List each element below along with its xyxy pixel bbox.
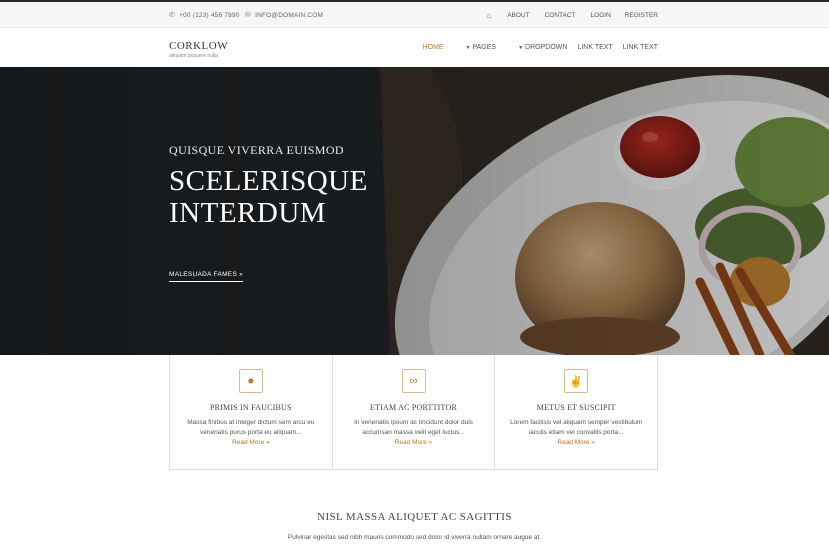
section-text: Pulvinar egestas sed nibh mauris commodo… xyxy=(287,534,542,541)
victory-hand-icon: ✌ xyxy=(564,369,589,393)
feature-text: In venenatis ipsum ac tincidunt dolor du… xyxy=(354,419,473,436)
brand-tagline: aliquam posuere nulla xyxy=(169,53,218,59)
nav-link-text-2[interactable]: LINK TEXT xyxy=(623,44,658,51)
nav-dropdown-label: DROPDOWN xyxy=(525,44,568,51)
caret-down-icon: ▼ xyxy=(465,45,471,51)
top-nav-register[interactable]: REGISTER xyxy=(625,12,658,19)
phone-contact[interactable]: ✆ +00 (123) 456 7890 xyxy=(169,2,240,28)
top-bar: ✆ +00 (123) 456 7890 ✉ INFO@DOMAIN.COM ⌂… xyxy=(0,2,829,28)
features-row: ⚫︎ PRIMIS IN FAUCIBUS Massa finibus at i… xyxy=(169,355,658,470)
home-icon[interactable]: ⌂ xyxy=(486,11,491,20)
nav-pages-label: PAGES xyxy=(472,44,497,51)
caret-down-icon: ▼ xyxy=(518,45,524,51)
read-more-link[interactable]: Read More » xyxy=(170,439,332,446)
nav-link-text-1[interactable]: LINK TEXT xyxy=(577,44,612,51)
phone-icon: ✆ xyxy=(169,12,176,19)
feature-title: ETIAM AC PORTTITOR xyxy=(370,403,457,412)
nav-pages[interactable]: ▼ PAGES xyxy=(456,44,497,51)
feature-text: Lorem facilisis vel aliquam semper vesti… xyxy=(510,419,643,436)
feature-title: METUS ET SUSCIPIT xyxy=(536,403,616,412)
hero-kicker: QUISQUE VIVERRA EUISMOD xyxy=(169,143,344,157)
brand-name: CORKLOW xyxy=(169,40,229,52)
section-title: NISL MASSA ALIQUET AC SAGITTIS xyxy=(317,511,512,523)
email-contact[interactable]: ✉ INFO@DOMAIN.COM xyxy=(245,2,323,28)
hero-cta-link[interactable]: MALESUADA FAMES » xyxy=(169,271,244,282)
feature-card: ✌ METUS ET SUSCIPIT Lorem facilisis vel … xyxy=(495,355,657,469)
hero-banner: QUISQUE VIVERRA EUISMOD SCELERISQUE INTE… xyxy=(0,67,829,355)
top-nav: ⌂ ABOUT CONTACT LOGIN REGISTER xyxy=(486,2,658,28)
nav-home[interactable]: HOME xyxy=(423,44,444,51)
brand[interactable]: CORKLOW aliquam posuere nulla xyxy=(169,40,228,59)
key-icon: ⚫︎ xyxy=(238,369,263,393)
nav-dropdown[interactable]: ▼ DROPDOWN xyxy=(508,44,567,51)
feature-title: PRIMIS IN FAUCIBUS xyxy=(209,403,292,412)
read-more-link[interactable]: Read More » xyxy=(495,439,657,446)
email-address: INFO@DOMAIN.COM xyxy=(255,11,324,19)
site-header: CORKLOW aliquam posuere nulla HOME ▼ PAGE… xyxy=(0,28,829,67)
feature-card: ⚫︎ PRIMIS IN FAUCIBUS Massa finibus at i… xyxy=(170,355,333,469)
infinity-icon: ∞ xyxy=(401,369,426,393)
main-nav: HOME ▼ PAGES ▼ DROPDOWN LINK TEXT LINK TEX… xyxy=(413,28,658,67)
feature-text: Massa finibus at integer dictum sem arcu… xyxy=(187,419,315,436)
read-more-link[interactable]: Read More » xyxy=(333,439,495,446)
top-nav-about[interactable]: ABOUT xyxy=(507,12,529,19)
envelope-icon: ✉ xyxy=(245,12,252,19)
hero-title: SCELERISQUE INTERDUM xyxy=(169,165,368,229)
top-nav-contact[interactable]: CONTACT xyxy=(545,12,576,19)
phone-number: +00 (123) 456 7890 xyxy=(179,11,240,19)
feature-card: ∞ ETIAM AC PORTTITOR In venenatis ipsum … xyxy=(333,355,496,469)
top-nav-login[interactable]: LOGIN xyxy=(591,12,611,19)
